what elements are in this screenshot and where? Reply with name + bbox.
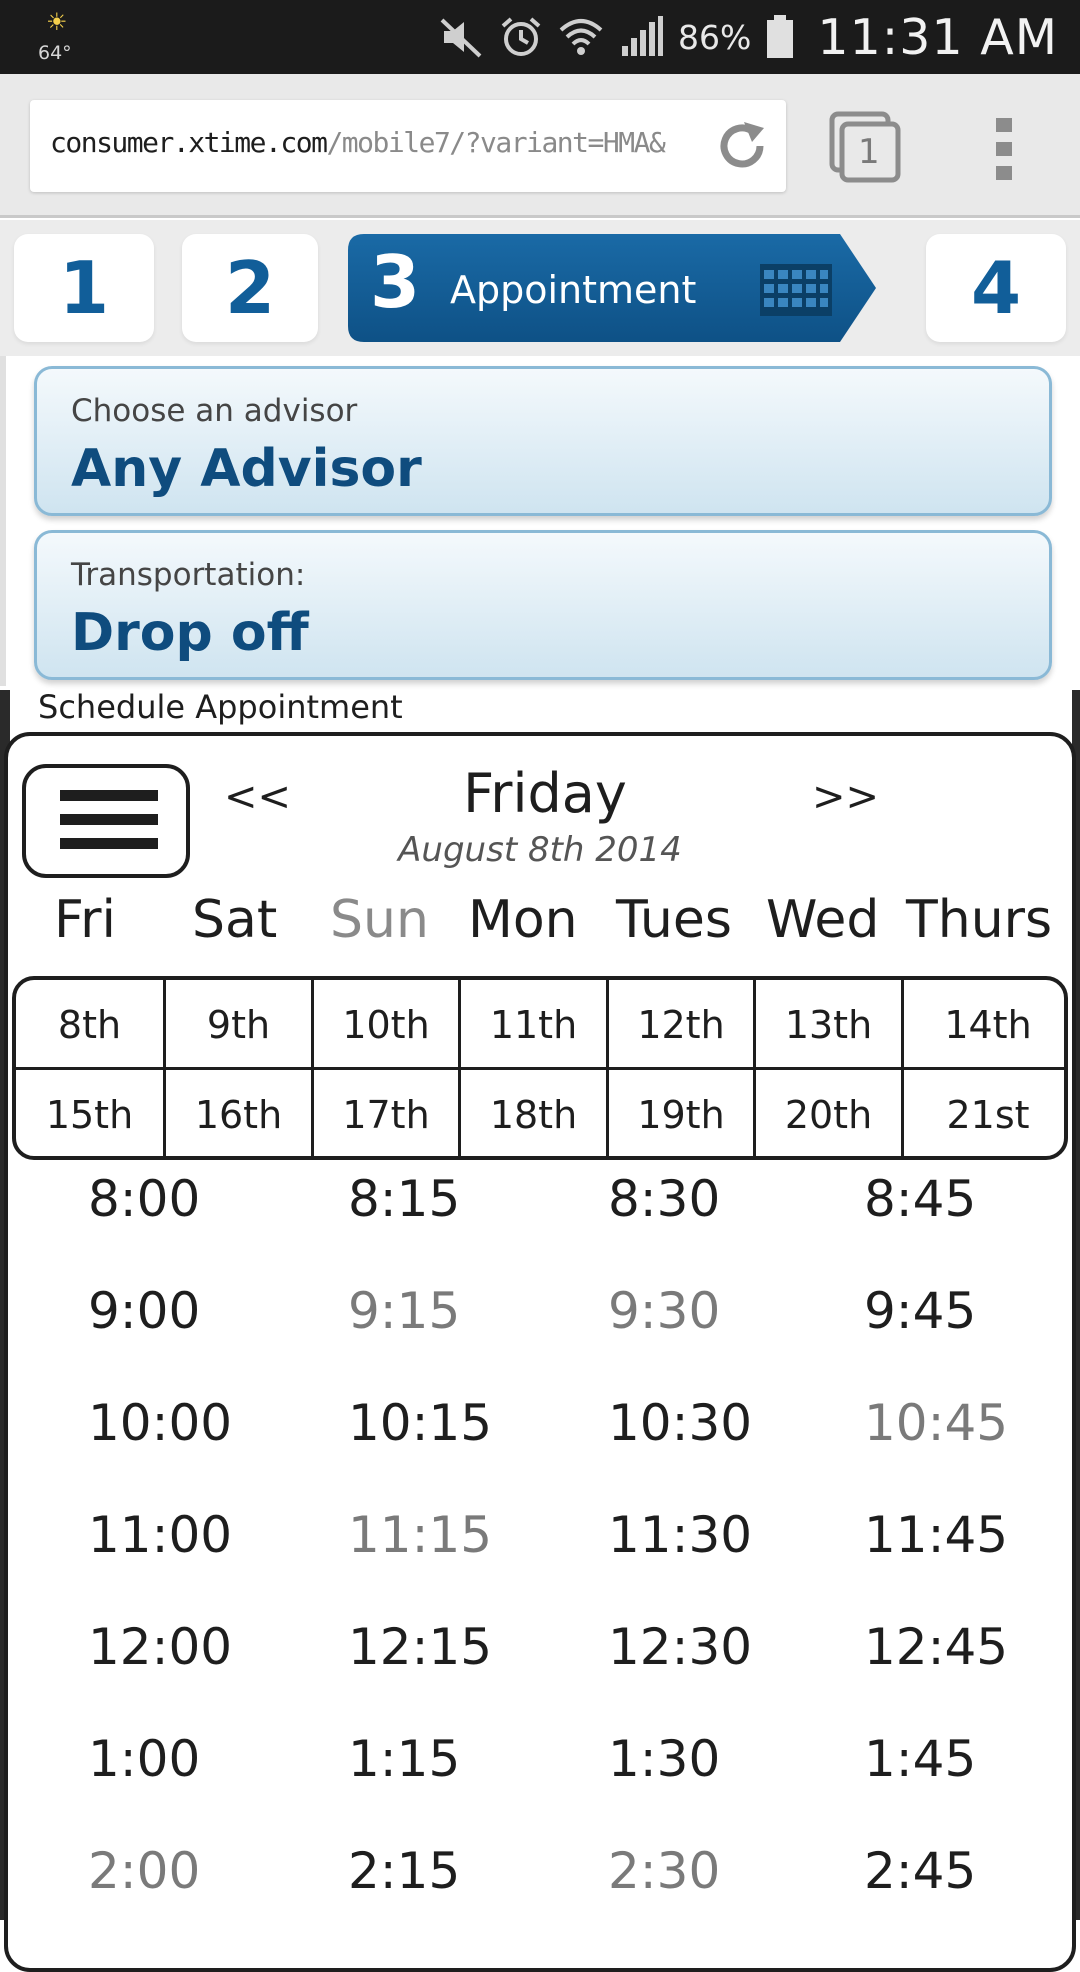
date-cell[interactable]: 16th <box>166 1070 314 1156</box>
time-slot[interactable]: 9:30 <box>608 1282 720 1340</box>
next-day-button[interactable]: >> <box>812 774 879 820</box>
time-slot[interactable]: 11:15 <box>348 1506 492 1564</box>
date-cell[interactable]: 15th <box>16 1070 166 1156</box>
clock: 11:31 AM <box>817 8 1058 66</box>
time-slot[interactable]: 2:15 <box>348 1842 460 1900</box>
step-2-tab[interactable]: 2 <box>182 234 318 342</box>
advisor-selector[interactable]: Choose an advisor Any Advisor <box>34 366 1052 516</box>
selected-day-name: Friday <box>463 762 627 825</box>
time-slot[interactable]: 1:30 <box>608 1730 720 1788</box>
time-slot[interactable]: 2:45 <box>864 1842 976 1900</box>
date-row: 15th 16th 17th 18th 19th 20th 21st <box>16 1070 1064 1156</box>
status-icons: 86% 11:31 AM <box>438 0 1058 74</box>
time-slot[interactable]: 2:00 <box>88 1842 200 1900</box>
transportation-selector[interactable]: Transportation: Drop off <box>34 530 1052 680</box>
time-slot[interactable]: 8:30 <box>608 1170 720 1228</box>
date-cell[interactable]: 10th <box>314 980 461 1070</box>
time-slot[interactable]: 12:00 <box>88 1618 232 1676</box>
date-cell[interactable]: 8th <box>16 980 166 1070</box>
date-cell[interactable]: 17th <box>314 1070 461 1156</box>
time-slot[interactable]: 10:15 <box>348 1394 492 1452</box>
advisor-label: Choose an advisor <box>71 393 358 429</box>
time-slot[interactable]: 12:45 <box>864 1618 1008 1676</box>
time-slot[interactable]: 12:15 <box>348 1618 492 1676</box>
temperature: 64° <box>38 42 72 64</box>
signal-icon <box>618 14 664 60</box>
step-1-tab[interactable]: 1 <box>14 234 154 342</box>
time-slot[interactable]: 1:45 <box>864 1730 976 1788</box>
transportation-label: Transportation: <box>71 557 306 593</box>
schedule-title: Schedule Appointment <box>38 688 403 726</box>
battery-percent: 86% <box>678 17 752 57</box>
weekday-sun: Sun <box>330 890 429 950</box>
battery-icon <box>765 14 795 60</box>
date-cell[interactable]: 13th <box>756 980 904 1070</box>
weather-sunny-cloud-icon: ☀ <box>46 8 68 36</box>
weekday-header: Fri Sat Sun Mon Tues Wed Thurs <box>0 890 1080 960</box>
weekday-fri: Fri <box>54 890 116 950</box>
date-cell[interactable]: 11th <box>461 980 609 1070</box>
page-border-left <box>0 356 6 686</box>
date-cell[interactable]: 21st <box>904 1070 1064 1156</box>
time-slot[interactable]: 8:45 <box>864 1170 976 1228</box>
url-text[interactable]: consumer.xtime.com/mobile7/?variant=HMA& <box>50 126 710 159</box>
mute-icon <box>438 14 484 60</box>
time-slot[interactable]: 9:15 <box>348 1282 460 1340</box>
time-slot[interactable]: 12:30 <box>608 1618 752 1676</box>
date-cell[interactable]: 20th <box>756 1070 904 1156</box>
weekday-thurs: Thurs <box>906 890 1053 950</box>
selected-date: August 8th 2014 <box>398 830 682 870</box>
step-4-tab[interactable]: 4 <box>926 234 1066 342</box>
time-slot[interactable]: 9:00 <box>88 1282 200 1340</box>
time-slot[interactable]: 10:45 <box>864 1394 1008 1452</box>
date-cell[interactable]: 19th <box>609 1070 756 1156</box>
status-bar: ☀ 64° 86% 11:31 AM <box>0 0 1080 74</box>
advisor-value: Any Advisor <box>71 439 422 499</box>
time-slot[interactable]: 11:30 <box>608 1506 752 1564</box>
url-host: consumer.xtime.com <box>50 126 328 159</box>
step-3-tab-active[interactable]: 3 Appointment <box>348 234 876 342</box>
wifi-icon <box>558 14 604 60</box>
weekday-wed: Wed <box>766 890 880 950</box>
calendar-icon <box>760 264 832 316</box>
step-3-label: Appointment <box>450 268 697 312</box>
date-grid: 8th 9th 10th 11th 12th 13th 14th 15th 16… <box>12 976 1068 1160</box>
time-slot[interactable]: 11:45 <box>864 1506 1008 1564</box>
time-slot[interactable]: 2:30 <box>608 1842 720 1900</box>
tab-switcher-icon[interactable]: 1 <box>828 110 902 184</box>
date-cell[interactable]: 14th <box>904 980 1064 1070</box>
tab-count: 1 <box>858 132 880 172</box>
browser-toolbar: consumer.xtime.com/mobile7/?variant=HMA&… <box>0 74 1080 218</box>
reload-icon[interactable] <box>714 118 770 174</box>
overflow-menu-icon[interactable] <box>992 116 1016 182</box>
date-row: 8th 9th 10th 11th 12th 13th 14th <box>16 980 1064 1070</box>
time-slot[interactable]: 10:30 <box>608 1394 752 1452</box>
weather-widget: ☀ 64° <box>36 8 96 68</box>
time-slot[interactable]: 1:15 <box>348 1730 460 1788</box>
url-path: /mobile7/?variant=HMA& <box>326 126 665 159</box>
time-slot[interactable]: 1:00 <box>88 1730 200 1788</box>
step-progress: 1 2 3 Appointment 4 <box>0 220 1080 356</box>
time-slot[interactable]: 8:15 <box>348 1170 460 1228</box>
alarm-icon <box>498 14 544 60</box>
time-slot[interactable]: 10:00 <box>88 1394 232 1452</box>
time-slot[interactable]: 11:00 <box>88 1506 232 1564</box>
weekday-tues: Tues <box>616 890 732 950</box>
weekday-sat: Sat <box>192 890 278 950</box>
transportation-value: Drop off <box>71 603 309 663</box>
date-cell[interactable]: 18th <box>461 1070 609 1156</box>
address-bar[interactable]: consumer.xtime.com/mobile7/?variant=HMA& <box>30 100 786 192</box>
time-slot[interactable]: 9:45 <box>864 1282 976 1340</box>
step-3-number: 3 <box>370 240 421 324</box>
date-cell[interactable]: 9th <box>166 980 314 1070</box>
date-cell[interactable]: 12th <box>609 980 756 1070</box>
weekday-mon: Mon <box>468 890 578 950</box>
time-slot[interactable]: 8:00 <box>88 1170 200 1228</box>
